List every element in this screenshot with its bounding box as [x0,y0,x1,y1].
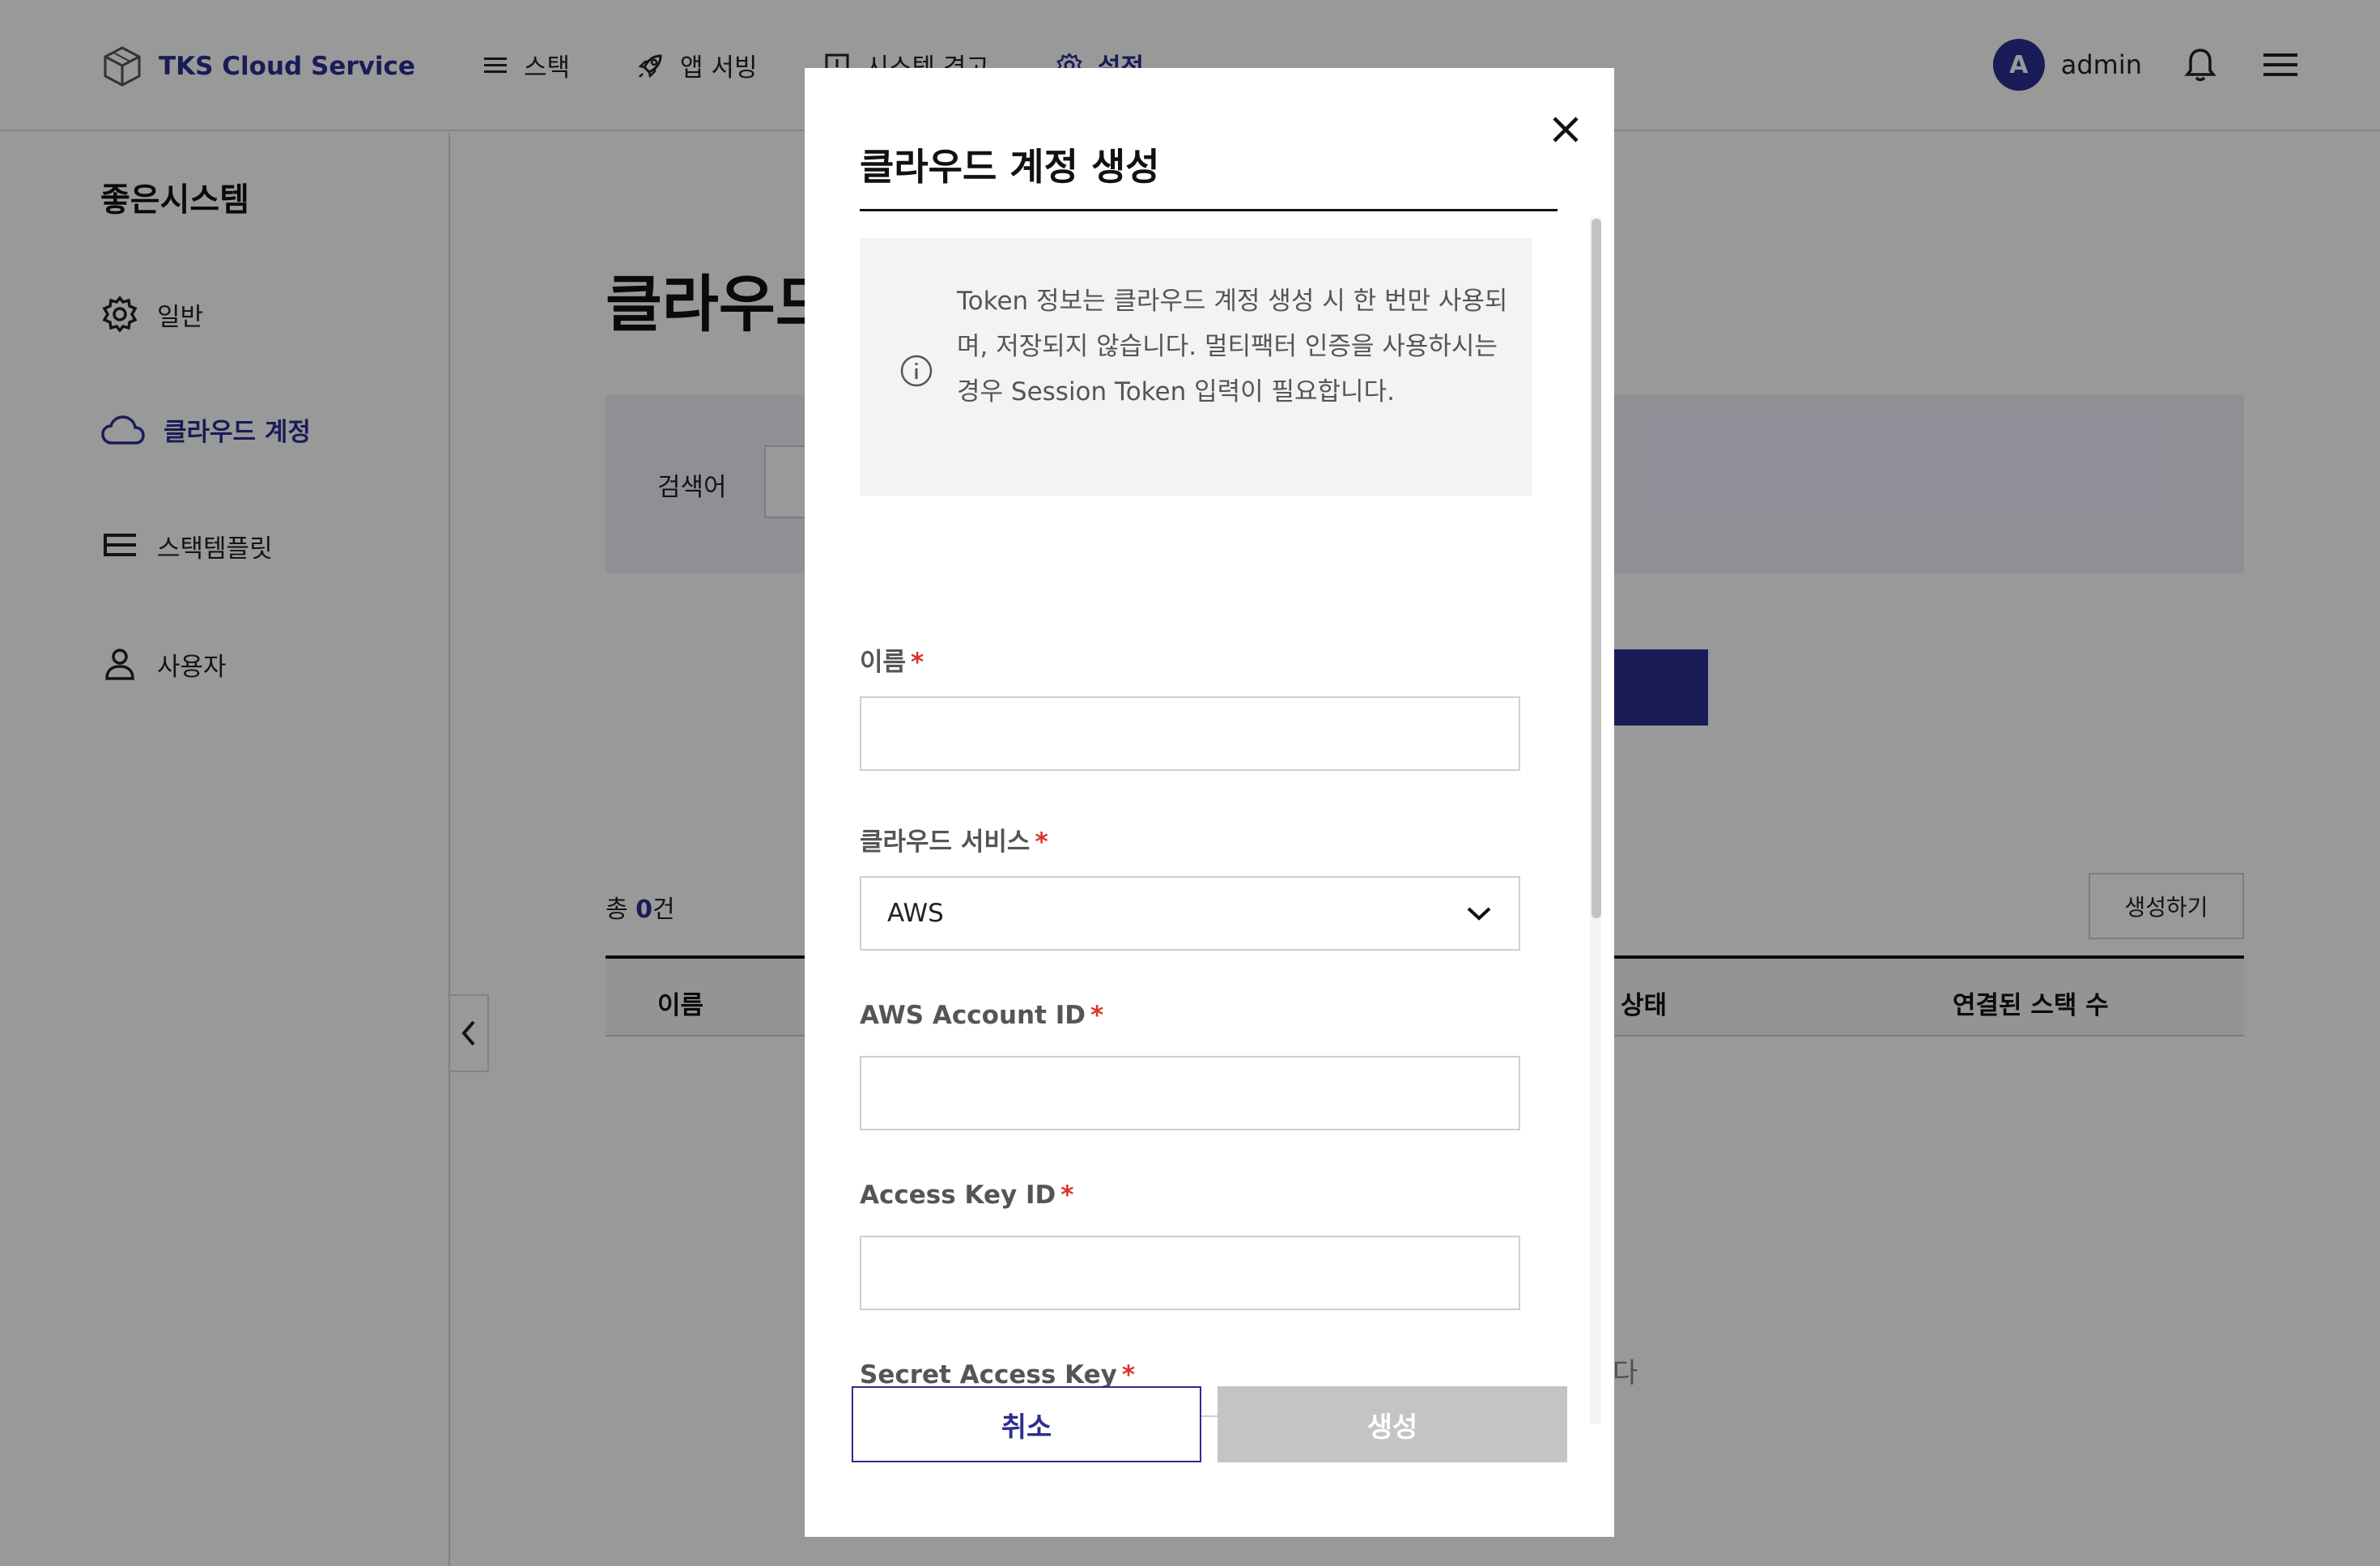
create-cloud-account-modal: 클라우드 계정 생성 Token 정보는 클라우드 계정 생성 시 한 번만 사… [805,68,1614,1537]
account-id-label: AWS Account ID * [860,1001,1104,1030]
close-button[interactable] [1543,107,1588,152]
required-mark: * [1121,1360,1136,1389]
chevron-down-icon [1467,907,1491,921]
info-notice: Token 정보는 클라우드 계정 생성 시 한 번만 사용되며, 저장되지 않… [860,238,1532,496]
required-mark: * [1090,1001,1104,1030]
info-icon [900,355,933,387]
cloud-service-value: AWS [887,899,944,928]
create-submit-button[interactable]: 생성 [1218,1386,1567,1462]
required-mark: * [1035,828,1048,857]
cloud-service-label: 클라우드 서비스 * [860,828,1048,857]
name-input[interactable] [860,696,1520,771]
required-mark: * [911,648,924,677]
access-key-input[interactable] [860,1236,1520,1310]
modal-body[interactable]: Token 정보는 클라우드 계정 생성 시 한 번만 사용되며, 저장되지 않… [805,212,1614,1427]
name-label: 이름 * [860,648,924,677]
cancel-button[interactable]: 취소 [852,1386,1201,1462]
access-key-label: Access Key ID * [860,1181,1074,1210]
required-mark: * [1060,1181,1074,1210]
account-id-input[interactable] [860,1056,1520,1130]
modal-title: 클라우드 계정 생성 [860,145,1160,189]
info-text: Token 정보는 클라우드 계정 생성 시 한 번만 사용되며, 저장되지 않… [957,287,1508,406]
secret-key-label: Secret Access Key * [860,1360,1136,1389]
cloud-service-select[interactable]: AWS [860,876,1520,951]
title-divider [860,209,1558,211]
close-icon [1553,117,1579,143]
page: TKS Cloud Service 스택 앱 서빙 A admin 좋은시스템 … [0,0,2380,1566]
scrollbar-thumb[interactable] [1592,219,1601,918]
